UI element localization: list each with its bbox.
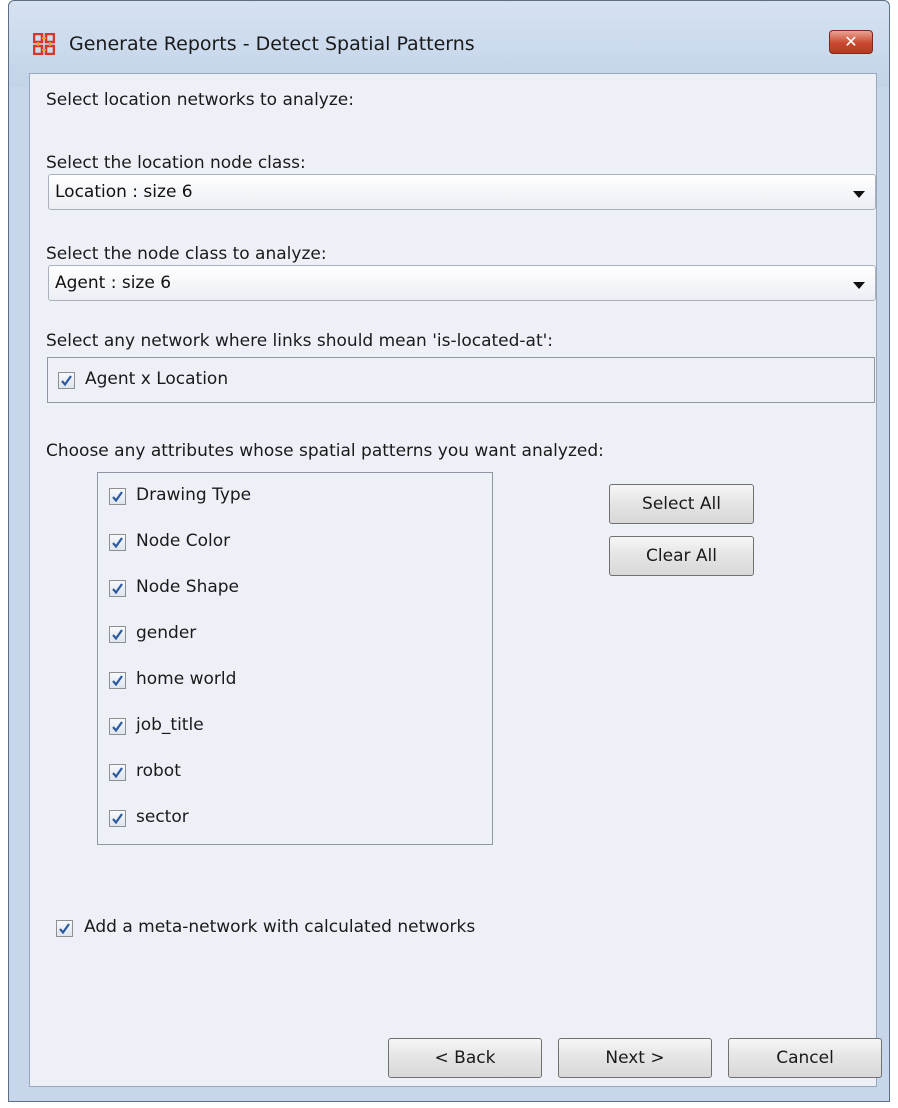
location-class-value: Location : size 6 — [55, 182, 193, 202]
cancel-button[interactable]: Cancel — [728, 1038, 882, 1078]
checkmark-icon — [112, 583, 123, 595]
checkmark-icon — [112, 675, 123, 687]
checkmark-icon — [59, 923, 70, 935]
checkmark-icon — [112, 629, 123, 641]
attribute-checkbox[interactable] — [109, 718, 126, 735]
attributes-label: Choose any attributes whose spatial patt… — [46, 441, 604, 461]
checkmark-icon — [112, 537, 123, 549]
attribute-checkbox[interactable] — [109, 672, 126, 689]
attribute-item-label: sector — [136, 807, 189, 827]
attribute-checkbox[interactable] — [109, 534, 126, 551]
dialog-content: Select location networks to analyze: Sel… — [29, 73, 882, 1087]
attribute-item-label: gender — [136, 623, 197, 643]
back-button[interactable]: < Back — [388, 1038, 542, 1078]
location-class-label: Select the location node class: — [46, 153, 306, 173]
checkmark-icon — [112, 813, 123, 825]
attribute-checkbox[interactable] — [109, 764, 126, 781]
window-title: Generate Reports - Detect Spatial Patter… — [69, 33, 475, 55]
attribute-checkbox[interactable] — [109, 810, 126, 827]
dialog-window: Generate Reports - Detect Spatial Patter… — [8, 0, 890, 1102]
meta-network-checkbox[interactable] — [56, 920, 73, 937]
analyze-class-value: Agent : size 6 — [55, 273, 172, 293]
attribute-item-label: job_title — [136, 715, 204, 735]
attribute-item-label: Node Color — [136, 531, 231, 551]
app-logo-icon — [32, 32, 56, 56]
analyze-class-label: Select the node class to analyze: — [46, 244, 327, 264]
network-list: Agent x Location — [47, 357, 875, 403]
clear-all-button[interactable]: Clear All — [609, 536, 754, 576]
checkmark-icon — [112, 767, 123, 779]
attribute-item-label: robot — [136, 761, 181, 781]
analyze-class-dropdown[interactable]: Agent : size 6 — [48, 265, 876, 301]
checkmark-icon — [112, 491, 123, 503]
attribute-item-label: Node Shape — [136, 577, 240, 597]
intro-label: Select location networks to analyze: — [46, 90, 354, 110]
attribute-list: Drawing Type Node Color Node Shape gende… — [97, 472, 493, 845]
checkmark-icon — [61, 375, 72, 387]
close-button[interactable]: ✕ — [829, 30, 873, 54]
attribute-item-label: home world — [136, 669, 237, 689]
next-button[interactable]: Next > — [558, 1038, 712, 1078]
attribute-checkbox[interactable] — [109, 626, 126, 643]
close-icon: ✕ — [844, 32, 858, 51]
network-item-label: Agent x Location — [85, 369, 229, 389]
attribute-item-label: Drawing Type — [136, 485, 252, 505]
networks-label: Select any network where links should me… — [46, 331, 554, 351]
network-checkbox[interactable] — [58, 372, 75, 389]
attribute-checkbox[interactable] — [109, 580, 126, 597]
chevron-down-icon — [853, 282, 865, 289]
chevron-down-icon — [853, 191, 865, 198]
meta-network-label: Add a meta-network with calculated netwo… — [84, 917, 476, 937]
location-class-dropdown[interactable]: Location : size 6 — [48, 174, 876, 210]
select-all-button[interactable]: Select All — [609, 484, 754, 524]
checkmark-icon — [112, 721, 123, 733]
attribute-checkbox[interactable] — [109, 488, 126, 505]
